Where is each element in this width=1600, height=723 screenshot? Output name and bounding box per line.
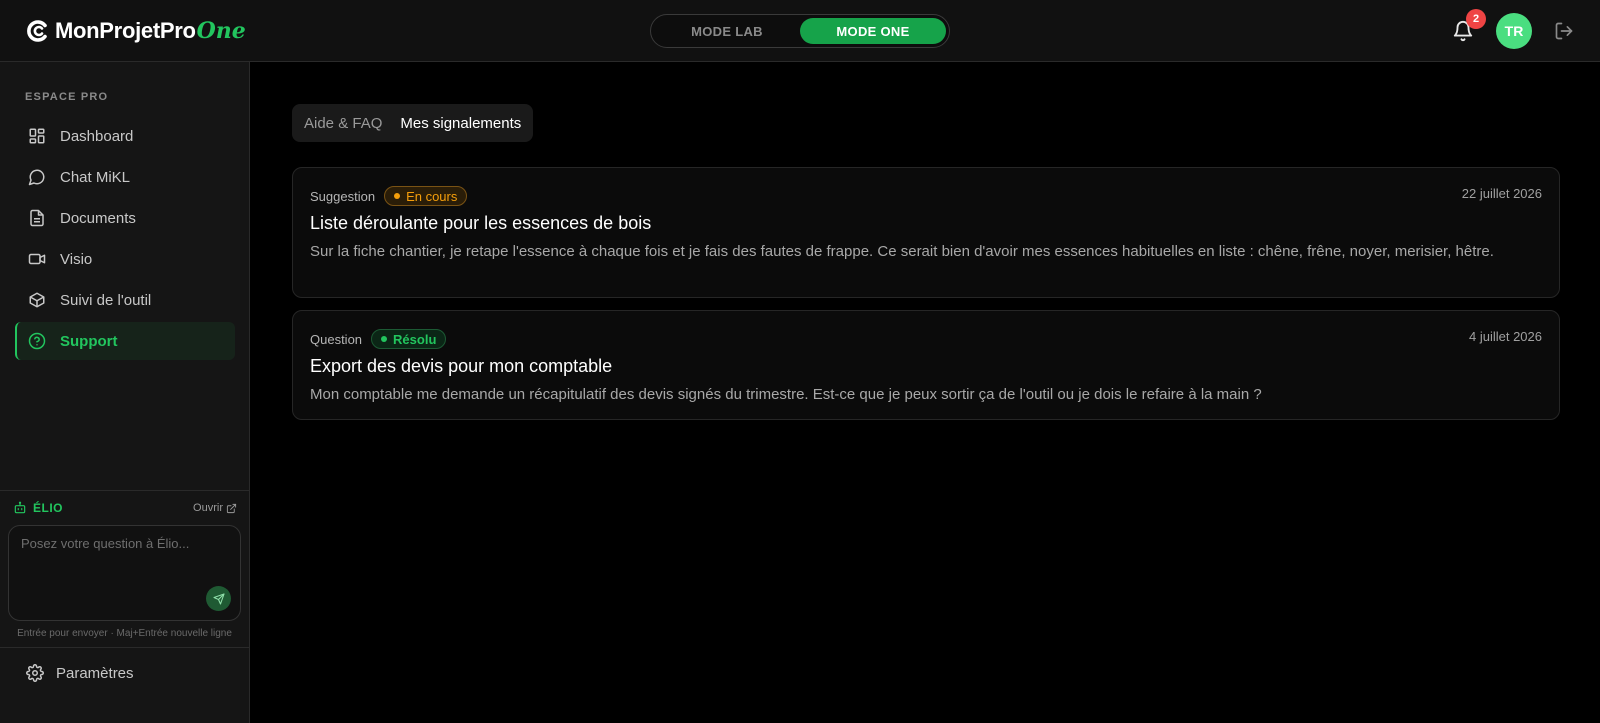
sidebar-item-chat[interactable]: Chat MiKL xyxy=(15,158,235,196)
external-link-icon xyxy=(226,503,237,513)
notification-badge: 2 xyxy=(1466,9,1486,29)
sidebar-item-label: Suivi de l'outil xyxy=(60,291,152,309)
chat-icon xyxy=(28,169,45,186)
logo[interactable]: MonProjetPro One xyxy=(26,17,246,45)
status-dot xyxy=(394,193,401,199)
elio-open-link[interactable]: Ouvrir xyxy=(193,502,237,514)
logo-text: MonProjetPro xyxy=(55,18,196,43)
status-dot xyxy=(381,336,388,342)
sidebar-item-label: Visio xyxy=(60,250,93,268)
status-badge: En cours xyxy=(384,186,468,206)
report-card[interactable]: Question Résolu 4 juillet 2026 Export de… xyxy=(292,310,1560,420)
status-label: En cours xyxy=(406,188,458,204)
elio-chat-box xyxy=(8,525,241,621)
report-meta: Question Résolu xyxy=(310,329,447,349)
sidebar-nav: Dashboard Chat MiKL Documents Visio Suiv… xyxy=(15,117,235,363)
avatar[interactable]: TR xyxy=(1496,13,1532,49)
send-icon xyxy=(212,592,225,605)
elio-send-button[interactable] xyxy=(206,586,231,611)
mode-lab-button[interactable]: MODE LAB xyxy=(654,18,800,44)
elio-open-label: Ouvrir xyxy=(193,502,223,514)
logout-icon[interactable] xyxy=(1554,21,1574,41)
elio-hint: Entrée pour envoyer · Maj+Entrée nouvell… xyxy=(17,628,232,639)
sidebar-item-label: Dashboard xyxy=(60,127,134,145)
sidebar-item-label: Chat MiKL xyxy=(60,168,131,186)
report-body: Mon comptable me demande un récapitulati… xyxy=(310,386,1262,403)
bot-icon xyxy=(14,501,26,514)
logo-suffix: One xyxy=(196,18,246,44)
box-icon xyxy=(29,292,45,308)
report-meta: Suggestion En cours xyxy=(310,186,468,206)
divider xyxy=(0,647,249,648)
report-date: 22 juillet 2026 xyxy=(1461,186,1542,201)
settings-label: Paramètres xyxy=(56,664,134,682)
status-label: Résolu xyxy=(393,331,437,347)
report-title: Liste déroulante pour les essences de bo… xyxy=(310,213,652,233)
top-bar: MonProjetPro One MODE LAB MODE ONE 2 TR xyxy=(0,0,1600,62)
logo-mark-icon xyxy=(27,20,47,42)
sidebar-item-dashboard[interactable]: Dashboard xyxy=(15,117,235,155)
report-date: 4 juillet 2026 xyxy=(1469,329,1542,344)
section-label: ESPACE PRO xyxy=(25,91,109,103)
sidebar-item-visio[interactable]: Visio xyxy=(15,240,235,278)
status-badge: Résolu xyxy=(371,329,447,349)
sidebar-item-documents[interactable]: Documents xyxy=(15,199,235,237)
divider xyxy=(0,490,249,491)
elio-question-input[interactable] xyxy=(21,536,221,596)
report-body: Sur la fiche chantier, je retape l'essen… xyxy=(310,243,1494,260)
support-tabs: Aide & FAQ Mes signalements xyxy=(292,104,534,142)
report-title: Export des devis pour mon comptable xyxy=(310,356,613,376)
gear-icon xyxy=(26,664,44,682)
sidebar-item-label: Documents xyxy=(60,209,136,227)
elio-header: ÉLIO Ouvrir xyxy=(13,499,237,517)
document-icon xyxy=(30,209,44,227)
mode-toggle: MODE LAB MODE ONE xyxy=(650,14,950,48)
report-type: Question xyxy=(310,331,363,347)
mode-one-button[interactable]: MODE ONE xyxy=(800,18,946,44)
sidebar: ESPACE PRO Dashboard Chat MiKL Documents… xyxy=(0,62,250,723)
sidebar-item-label: Support xyxy=(60,332,118,350)
report-card[interactable]: Suggestion En cours 22 juillet 2026 List… xyxy=(292,167,1560,298)
video-icon xyxy=(28,253,46,265)
tab-aide-faq[interactable]: Aide & FAQ xyxy=(304,115,382,132)
report-type: Suggestion xyxy=(310,188,376,204)
settings-link[interactable]: Paramètres xyxy=(26,660,134,686)
dashboard-icon xyxy=(29,128,45,144)
sidebar-item-support[interactable]: Support xyxy=(15,322,235,360)
elio-title: ÉLIO xyxy=(33,501,64,515)
sidebar-item-suivi[interactable]: Suivi de l'outil xyxy=(15,281,235,319)
help-circle-icon xyxy=(28,332,46,350)
tab-mes-signalements[interactable]: Mes signalements xyxy=(400,115,521,132)
